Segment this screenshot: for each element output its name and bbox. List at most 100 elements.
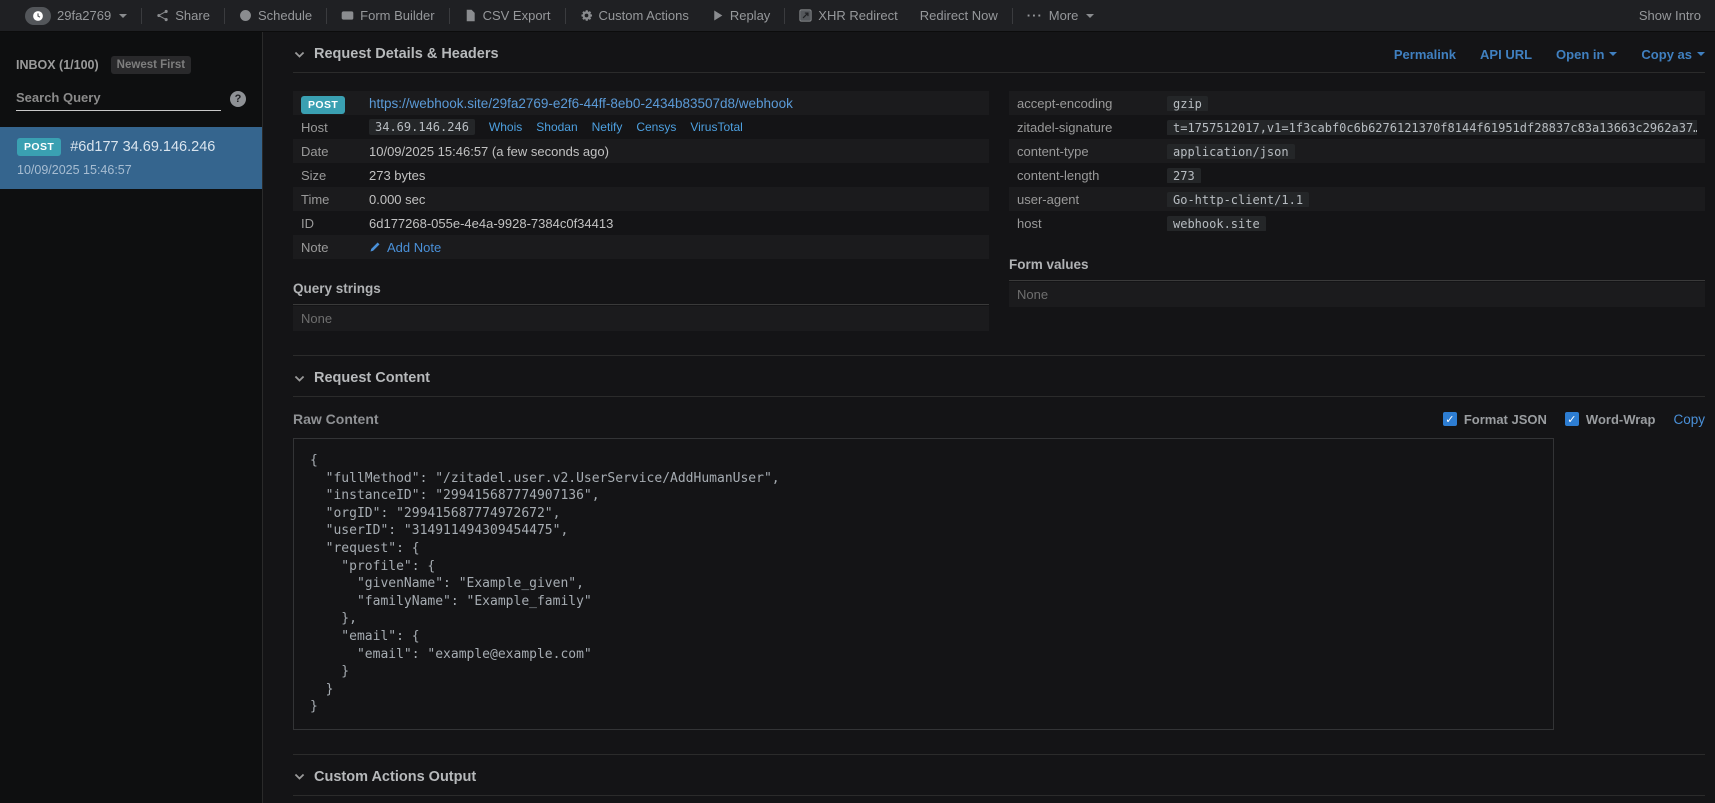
api-url-link[interactable]: API URL xyxy=(1480,47,1532,62)
requests-sidebar: INBOX (1/100) Newest First ? POST #6d177… xyxy=(0,32,262,803)
more-label: More xyxy=(1049,8,1079,23)
actions-output-title-wrap[interactable]: Custom Actions Output xyxy=(293,769,476,785)
top-toolbar: 29fa2769 Share Schedule Form Builder CSV… xyxy=(0,0,1715,32)
inbox-label: INBOX (1/100) xyxy=(16,58,99,72)
netify-link[interactable]: Netify xyxy=(592,120,623,134)
redirect-now-label: Redirect Now xyxy=(920,8,998,23)
raw-content-body: { "fullMethod": "/zitadel.user.v2.UserSe… xyxy=(310,452,1537,716)
toolbar-divider xyxy=(784,8,785,24)
copy-as-menu[interactable]: Copy as xyxy=(1641,47,1705,62)
show-intro-button[interactable]: Show Intro xyxy=(1628,8,1701,23)
form-values-title: Form values xyxy=(1009,257,1705,281)
header-name: zitadel-signature xyxy=(1017,120,1167,135)
format-json-label: Format JSON xyxy=(1464,412,1547,427)
sort-toggle-button[interactable]: Newest First xyxy=(111,56,191,74)
header-value: gzip xyxy=(1167,96,1208,111)
csv-file-icon xyxy=(464,9,477,22)
play-icon xyxy=(711,9,724,22)
search-input[interactable] xyxy=(16,86,221,111)
sidebar-header: INBOX (1/100) Newest First ? xyxy=(0,32,262,111)
header-name: host xyxy=(1017,216,1167,231)
header-value: webhook.site xyxy=(1167,216,1266,231)
query-strings-title: Query strings xyxy=(293,281,989,305)
request-list-item-selected[interactable]: POST #6d177 34.69.146.246 10/09/2025 15:… xyxy=(0,127,262,189)
virustotal-link[interactable]: VirusTotal xyxy=(690,120,742,134)
custom-actions-button[interactable]: Custom Actions xyxy=(569,8,700,23)
toolbar-divider xyxy=(326,8,327,24)
form-builder-icon xyxy=(341,9,354,22)
copy-as-label: Copy as xyxy=(1641,47,1692,62)
details-header-actions: Permalink API URL Open in Copy as xyxy=(1394,47,1705,62)
more-menu[interactable]: ··· More xyxy=(1016,8,1106,23)
header-row: accept-encoding gzip xyxy=(1009,91,1705,115)
xhr-redirect-icon xyxy=(799,9,812,22)
query-strings-block: Query strings None xyxy=(293,281,989,331)
censys-link[interactable]: Censys xyxy=(636,120,676,134)
date-value: 10/09/2025 15:46:57 (a few seconds ago) xyxy=(369,144,609,159)
raw-content-label: Raw Content xyxy=(293,411,379,427)
row-label: ID xyxy=(301,216,369,231)
header-row: user-agent Go-http-client/1.1 xyxy=(1009,187,1705,211)
details-section-title-wrap[interactable]: Request Details & Headers xyxy=(293,46,499,62)
open-in-menu[interactable]: Open in xyxy=(1556,47,1617,62)
toolbar-divider xyxy=(565,8,566,24)
shodan-link[interactable]: Shodan xyxy=(536,120,577,134)
content-section-title-wrap[interactable]: Request Content xyxy=(293,370,430,386)
raw-content-box: { "fullMethod": "/zitadel.user.v2.UserSe… xyxy=(293,438,1554,730)
word-wrap-checkbox[interactable]: Word-Wrap xyxy=(1565,412,1656,427)
copy-content-link[interactable]: Copy xyxy=(1673,412,1705,427)
main-panel: Request Details & Headers Permalink API … xyxy=(262,32,1715,803)
add-note-link[interactable]: Add Note xyxy=(369,240,441,255)
format-json-checkbox[interactable]: Format JSON xyxy=(1443,412,1547,427)
workspace-label: 29fa2769 xyxy=(57,8,111,23)
header-value: t=1757512017,v1=1f3cabf0c6b6276121370f81… xyxy=(1167,120,1697,135)
checkbox-checked-icon xyxy=(1443,412,1457,426)
header-name: user-agent xyxy=(1017,192,1167,207)
csv-export-button[interactable]: CSV Export xyxy=(453,8,562,23)
redirect-now-button[interactable]: Redirect Now xyxy=(909,8,1009,23)
header-name: content-length xyxy=(1017,168,1167,183)
form-builder-button[interactable]: Form Builder xyxy=(330,8,445,23)
form-builder-label: Form Builder xyxy=(360,8,434,23)
table-row: Time 0.000 sec xyxy=(293,187,989,211)
query-strings-empty: None xyxy=(293,306,989,331)
row-label: Size xyxy=(301,168,369,183)
schedule-button[interactable]: Schedule xyxy=(228,8,323,23)
share-icon xyxy=(156,9,169,22)
xhr-redirect-label: XHR Redirect xyxy=(818,8,897,23)
details-section-header: Request Details & Headers Permalink API … xyxy=(293,32,1705,73)
header-value: 273 xyxy=(1167,168,1201,183)
schedule-label: Schedule xyxy=(258,8,312,23)
request-url-link[interactable]: https://webhook.site/29fa2769-e2f6-44ff-… xyxy=(369,96,793,111)
share-button[interactable]: Share xyxy=(145,8,221,23)
pencil-icon xyxy=(369,241,381,253)
chevron-down-icon xyxy=(293,372,306,385)
schedule-clock-icon xyxy=(239,9,252,22)
whois-link[interactable]: Whois xyxy=(489,120,522,134)
custom-actions-label: Custom Actions xyxy=(599,8,689,23)
actions-output-section-header: Custom Actions Output xyxy=(293,754,1705,796)
workspace-menu[interactable]: 29fa2769 xyxy=(14,7,138,25)
header-name: content-type xyxy=(1017,144,1167,159)
actions-output-title: Custom Actions Output xyxy=(314,769,476,785)
table-row: Date 10/09/2025 15:46:57 (a few seconds … xyxy=(293,139,989,163)
permalink-link[interactable]: Permalink xyxy=(1394,47,1456,62)
gear-icon xyxy=(580,9,593,22)
xhr-redirect-button[interactable]: XHR Redirect xyxy=(788,8,908,23)
help-icon[interactable]: ? xyxy=(230,91,246,107)
replay-label: Replay xyxy=(730,8,770,23)
replay-button[interactable]: Replay xyxy=(700,8,781,23)
table-row: Host 34.69.146.246 Whois Shodan Netify C… xyxy=(293,115,989,139)
header-row: host webhook.site xyxy=(1009,211,1705,235)
table-row: Note Add Note xyxy=(293,235,989,259)
content-area: INBOX (1/100) Newest First ? POST #6d177… xyxy=(0,32,1715,803)
details-grid: POST https://webhook.site/29fa2769-e2f6-… xyxy=(293,91,1705,331)
add-note-label: Add Note xyxy=(387,240,441,255)
chevron-down-icon xyxy=(119,14,127,18)
form-values-block: Form values None xyxy=(1009,257,1705,307)
method-badge: POST xyxy=(301,96,345,114)
header-row: zitadel-signature t=1757512017,v1=1f3cab… xyxy=(1009,115,1705,139)
share-label: Share xyxy=(175,8,210,23)
toolbar-divider xyxy=(449,8,450,24)
id-value: 6d177268-055e-4e4a-9928-7384c0f34413 xyxy=(369,216,613,231)
